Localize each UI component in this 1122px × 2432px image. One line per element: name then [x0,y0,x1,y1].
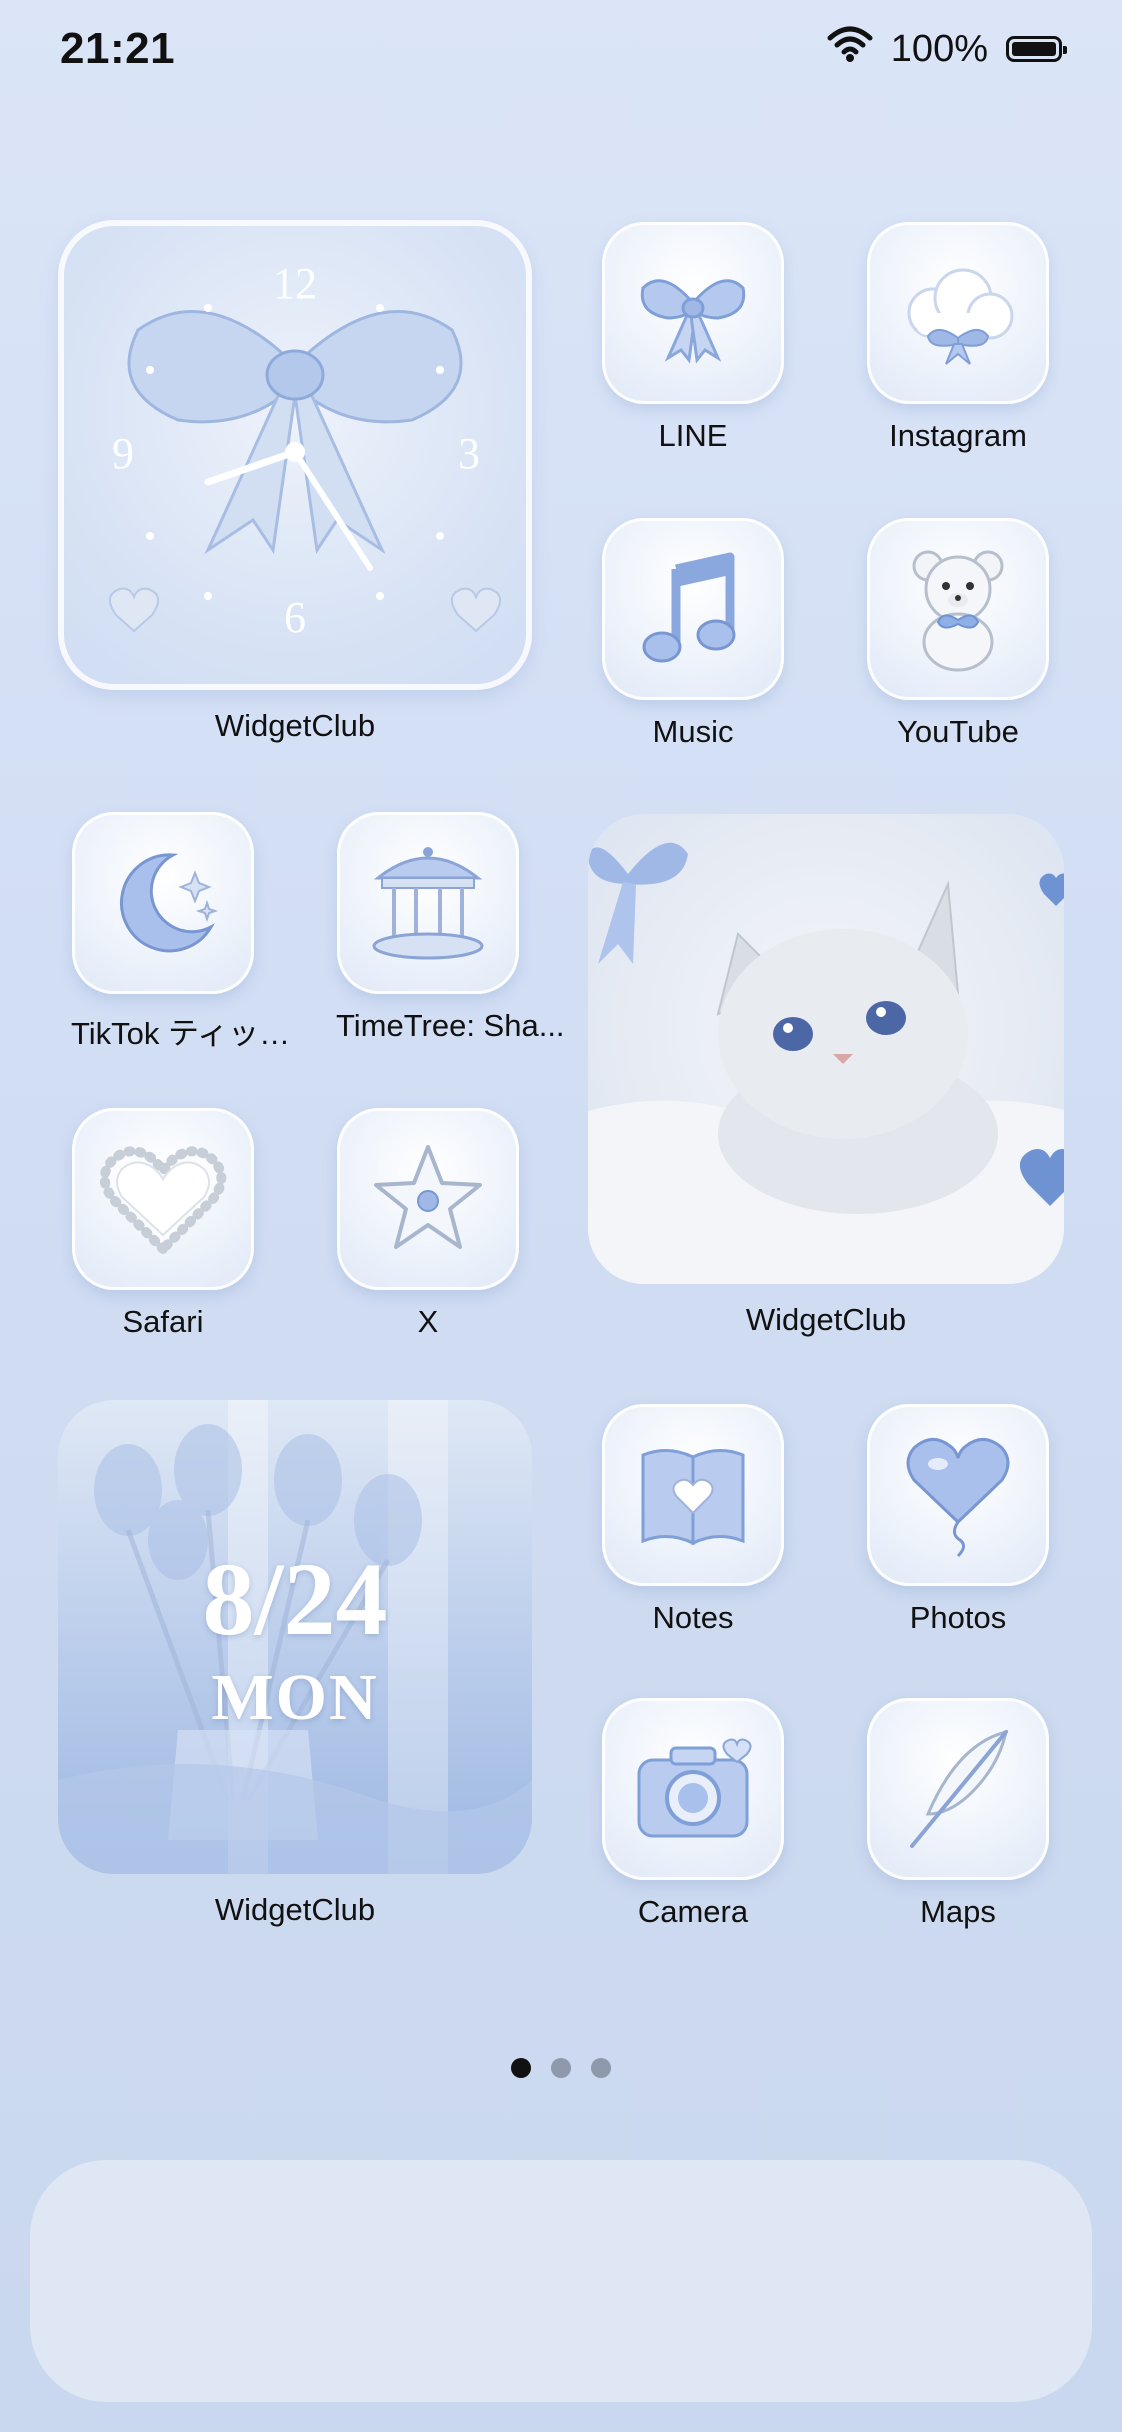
crescent-moon-icon [72,812,254,994]
music-note-icon [602,518,784,700]
dock [30,2160,1092,2402]
date-widget-label: WidgetClub [214,1892,376,1927]
app-label: Safari [122,1304,204,1339]
app-safari[interactable]: Safari [71,1108,255,1340]
clock-numeral-9: 9 [112,429,134,478]
clock-widget[interactable]: 12 3 6 9 [58,220,532,690]
page-dot-3[interactable] [591,2058,611,2078]
app-label: LINE [658,418,728,453]
app-music[interactable]: Music [601,518,785,750]
date-weekday: MON [211,1661,379,1734]
battery-percent: 100% [890,27,988,70]
heart-balloon-icon [867,1404,1049,1586]
carousel-icon [337,812,519,994]
status-time: 21:21 [60,24,176,73]
teddy-bear-icon [867,518,1049,700]
app-label: Maps [920,1894,996,1929]
date-widget[interactable]: 8/24 MON [58,1400,532,1874]
feather-icon [867,1698,1049,1880]
app-label: Photos [909,1600,1007,1635]
date-number: 8/24 [202,1542,388,1657]
page-dot-2[interactable] [551,2058,571,2078]
page-indicator[interactable] [0,2058,1122,2078]
wifi-icon [827,26,873,72]
app-instagram[interactable]: Instagram [866,222,1050,454]
star-icon [337,1108,519,1290]
app-label: X [417,1304,439,1339]
cat-widget-label: WidgetClub [745,1302,907,1337]
cloud-bow-icon [867,222,1049,404]
status-icons: 100% [827,26,1067,72]
cat-photo-widget[interactable] [588,814,1064,1284]
camera-icon [602,1698,784,1880]
app-label: Instagram [889,418,1027,453]
app-camera[interactable]: Camera [601,1698,785,1930]
battery-icon [1006,36,1067,62]
kitten-artwork [588,842,1064,1284]
app-label: Camera [637,1894,749,1929]
app-tiktok[interactable]: TikTok ティッ… [71,812,291,1053]
pearl-heart-icon [72,1108,254,1290]
clock-widget-label: WidgetClub [214,708,376,743]
app-label: Music [652,714,734,749]
app-label: Notes [652,1600,734,1635]
app-photos[interactable]: Photos [866,1404,1050,1636]
app-timetree[interactable]: TimeTree: Sha... [336,812,565,1044]
app-notes[interactable]: Notes [601,1404,785,1636]
app-label: YouTube [897,714,1019,749]
app-label: TikTok ティッ… [71,1016,291,1051]
app-x[interactable]: X [336,1108,520,1340]
app-youtube[interactable]: YouTube [866,518,1050,750]
app-line[interactable]: LINE [601,222,785,454]
app-maps[interactable]: Maps [866,1698,1050,1930]
book-heart-icon [602,1404,784,1586]
clock-numeral-3: 3 [458,429,480,478]
app-label: TimeTree: Sha... [336,1008,565,1043]
page-dot-1[interactable] [511,2058,531,2078]
clock-numeral-12: 12 [273,259,317,308]
clock-numeral-6: 6 [284,593,306,642]
bow-icon [602,222,784,404]
